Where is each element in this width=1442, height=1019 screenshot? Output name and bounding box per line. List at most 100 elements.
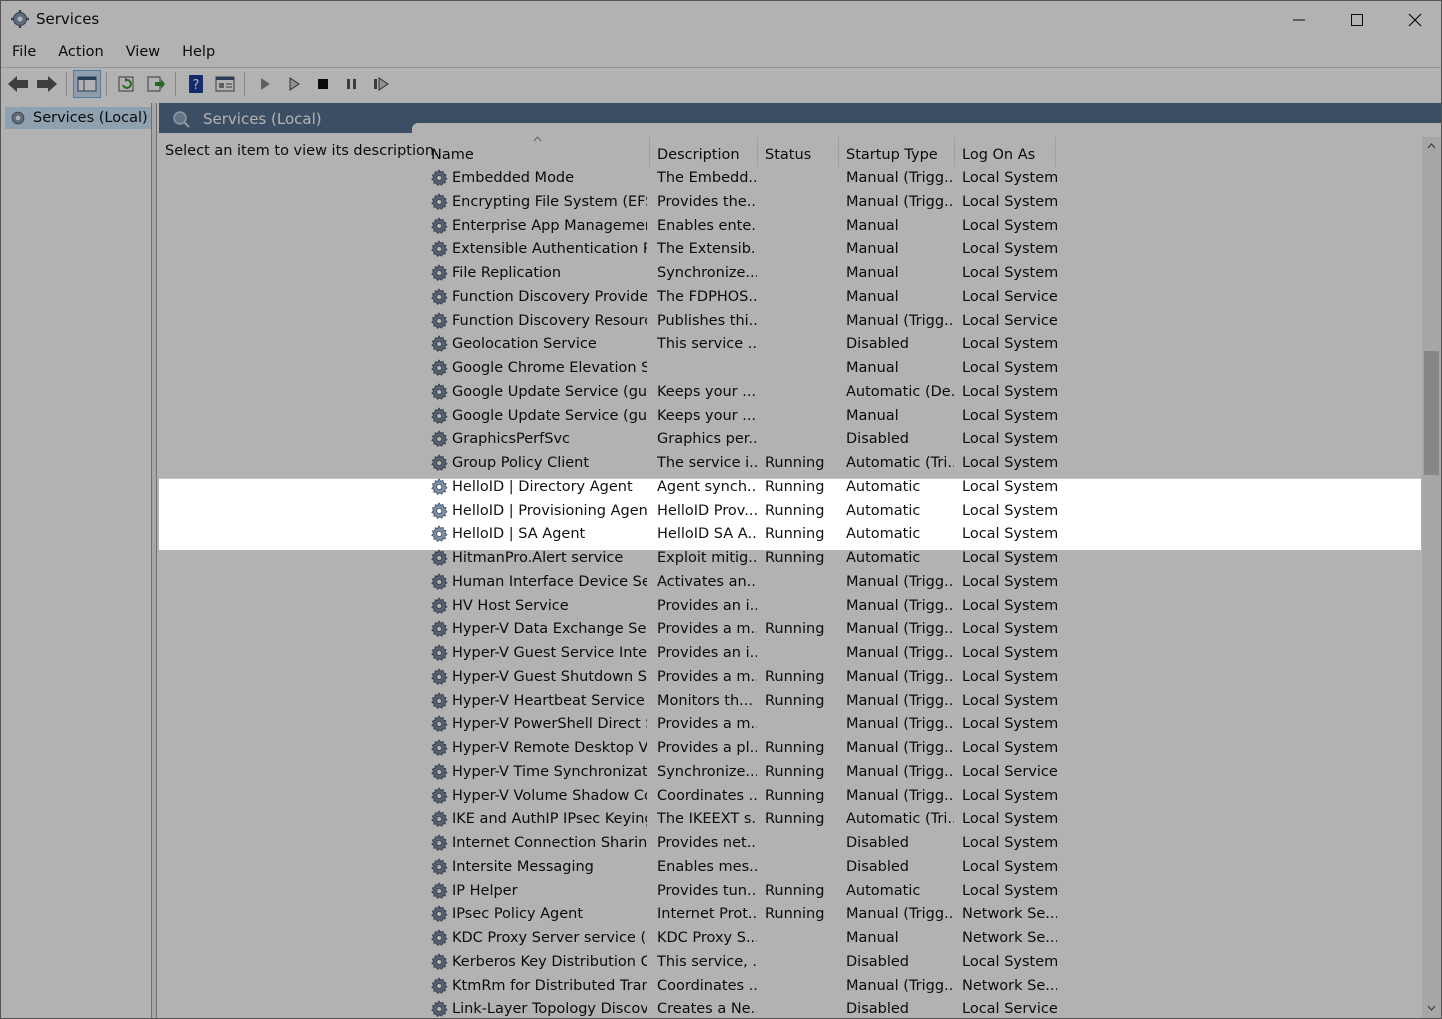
- service-gear-icon: [429, 667, 449, 687]
- cell-startup: Automatic: [846, 550, 921, 566]
- table-row[interactable]: Google Chrome Elevation Se... Manual Local…: [159, 357, 1423, 381]
- start-service-button[interactable]: [251, 70, 279, 98]
- table-row[interactable]: Hyper-V PowerShell Direct S... Provides a…: [159, 713, 1423, 737]
- table-row[interactable]: Geolocation Service This service ... Disab…: [159, 333, 1423, 357]
- scroll-up-icon[interactable]: [1427, 143, 1436, 149]
- table-row[interactable]: Internet Connection Sharing... Provides n…: [159, 832, 1423, 856]
- col-header-description[interactable]: Description: [650, 137, 758, 167]
- arrow-left-icon: [8, 76, 28, 92]
- services-gear-icon: [11, 111, 25, 125]
- start-service-alt-button[interactable]: [280, 70, 308, 98]
- cell-desc: The service i...: [657, 455, 757, 471]
- service-gear-icon: [429, 619, 449, 639]
- cell-desc: The Embedd...: [657, 170, 757, 186]
- menu-file[interactable]: File: [1, 41, 47, 65]
- tree-item-services-local[interactable]: Services (Local): [5, 107, 151, 129]
- menu-view[interactable]: View: [115, 41, 171, 65]
- service-gear-icon: [429, 216, 449, 236]
- minimize-button[interactable]: [1270, 1, 1328, 38]
- show-console-tree-button[interactable]: [73, 70, 101, 98]
- cell-logon: Local System: [962, 217, 1057, 234]
- cell-startup: Automatic (Tri...: [846, 455, 954, 471]
- services-list: Embedded Mode The Embedd... Manual (Trigg.…: [159, 167, 1423, 1018]
- table-row[interactable]: Hyper-V Guest Service Interf... Provides …: [159, 642, 1423, 666]
- maximize-button[interactable]: [1328, 1, 1386, 38]
- cell-name: HV Host Service: [452, 597, 569, 614]
- menu-help[interactable]: Help: [171, 41, 226, 65]
- cell-startup: Disabled: [846, 953, 909, 970]
- table-row[interactable]: Google Update Service (gup... Keeps your …: [159, 405, 1423, 429]
- table-row[interactable]: GraphicsPerfSvc Graphics per... Disabled Lo…: [159, 428, 1423, 452]
- cell-status: [765, 642, 840, 666]
- menu-action[interactable]: Action: [47, 41, 114, 65]
- table-row[interactable]: Encrypting File System (EFS) Provides the…: [159, 191, 1423, 215]
- help-button[interactable]: ?: [182, 70, 210, 98]
- table-row[interactable]: HitmanPro.Alert service Exploit mitig... R…: [159, 547, 1423, 571]
- table-row[interactable]: Human Interface Device Serv... Activates …: [159, 571, 1423, 595]
- cell-status: [765, 951, 840, 975]
- table-row[interactable]: HelloID | Directory Agent Agent synch... R…: [159, 475, 1423, 500]
- back-button[interactable]: [4, 70, 32, 98]
- table-row[interactable]: Intersite Messaging Enables mes... Disable…: [159, 856, 1423, 880]
- table-row[interactable]: Hyper-V Data Exchange Serv... Provides a …: [159, 618, 1423, 642]
- cell-name: Function Discovery Resourc...: [452, 312, 647, 329]
- scroll-down-icon[interactable]: [1427, 1005, 1436, 1011]
- cell-status: Running: [765, 811, 825, 828]
- table-row[interactable]: Extensible Authentication Pr... The Exten…: [159, 238, 1423, 262]
- cell-status: Running: [765, 668, 825, 685]
- table-row[interactable]: Kerberos Key Distribution C... This servi…: [159, 951, 1423, 975]
- cell-name: Google Update Service (gup...: [452, 407, 647, 424]
- table-row[interactable]: Hyper-V Volume Shadow Co... Coordinates .…: [159, 785, 1423, 809]
- cell-desc: HelloID SA A...: [657, 526, 757, 543]
- table-row[interactable]: HV Host Service Provides an i... Manual (T…: [159, 595, 1423, 619]
- properties-button[interactable]: [211, 70, 239, 98]
- table-row[interactable]: IP Helper Provides tun... Running Automatic…: [159, 880, 1423, 904]
- service-gear-icon: [429, 311, 449, 331]
- cell-name: IKE and AuthIP IPsec Keying ...: [452, 811, 647, 828]
- stop-service-button[interactable]: [309, 70, 337, 98]
- pane-splitter[interactable]: [152, 103, 157, 1018]
- service-gear-icon: [429, 406, 449, 426]
- properties-window-icon: [215, 76, 235, 92]
- table-row[interactable]: Enterprise App Managemen... Enables ente.…: [159, 215, 1423, 239]
- table-row[interactable]: Hyper-V Time Synchronizati... Synchronize…: [159, 761, 1423, 785]
- cell-name: IP Helper: [452, 882, 518, 899]
- table-row[interactable]: Embedded Mode The Embedd... Manual (Trigg.…: [159, 167, 1423, 191]
- table-row[interactable]: Link-Layer Topology Discove... Creates a …: [159, 998, 1423, 1018]
- pause-service-button[interactable]: [338, 70, 366, 98]
- table-row[interactable]: Google Update Service (gup... Keeps your …: [159, 381, 1423, 405]
- table-row[interactable]: HelloID | Provisioning Agent HelloID Prov…: [159, 499, 1423, 524]
- table-row[interactable]: Function Discovery Provider ... The FDPHO…: [159, 286, 1423, 310]
- cell-logon: Local System: [962, 455, 1057, 471]
- table-row[interactable]: Hyper-V Heartbeat Service Monitors th... R…: [159, 690, 1423, 714]
- table-row[interactable]: IKE and AuthIP IPsec Keying ... The IKEEX…: [159, 808, 1423, 832]
- col-header-startup-type[interactable]: Startup Type: [839, 137, 955, 167]
- table-row[interactable]: KDC Proxy Server service (KPS) KDC Proxy …: [159, 927, 1423, 951]
- cell-logon: Local System: [962, 407, 1057, 424]
- cell-name: HelloID | Directory Agent: [452, 478, 633, 495]
- table-row[interactable]: Hyper-V Remote Desktop Vi... Provides a p…: [159, 737, 1423, 761]
- table-row[interactable]: Group Policy Client The service i... Runni…: [159, 452, 1423, 476]
- export-list-button[interactable]: [142, 70, 170, 98]
- forward-button[interactable]: [33, 70, 61, 98]
- table-row[interactable]: IPsec Policy Agent Internet Prot... Runnin…: [159, 903, 1423, 927]
- table-row[interactable]: Hyper-V Guest Shutdown Se... Provides a m…: [159, 666, 1423, 690]
- cell-name: Geolocation Service: [452, 336, 597, 353]
- scrollbar-thumb[interactable]: [1424, 351, 1439, 475]
- col-header-status[interactable]: Status: [758, 137, 839, 167]
- cell-status: [765, 975, 840, 999]
- table-row[interactable]: Function Discovery Resourc... Publishes t…: [159, 310, 1423, 334]
- refresh-button[interactable]: [113, 70, 141, 98]
- table-row[interactable]: KtmRm for Distributed Trans... Coordinate…: [159, 975, 1423, 999]
- cell-logon: Local System: [962, 621, 1057, 638]
- cell-logon: Network Se...: [962, 906, 1057, 923]
- cell-status: [765, 333, 840, 357]
- cell-desc: Activates an...: [657, 573, 757, 590]
- cell-startup: Automatic (De...: [846, 383, 954, 400]
- vertical-scrollbar[interactable]: [1422, 137, 1441, 1018]
- col-header-log-on-as[interactable]: Log On As: [955, 137, 1056, 167]
- table-row[interactable]: File Replication Synchronize... Manual Loca…: [159, 262, 1423, 286]
- table-row[interactable]: HelloID | SA Agent HelloID SA A... Running…: [159, 523, 1423, 547]
- close-button[interactable]: [1386, 1, 1441, 38]
- resume-service-button[interactable]: [367, 70, 395, 98]
